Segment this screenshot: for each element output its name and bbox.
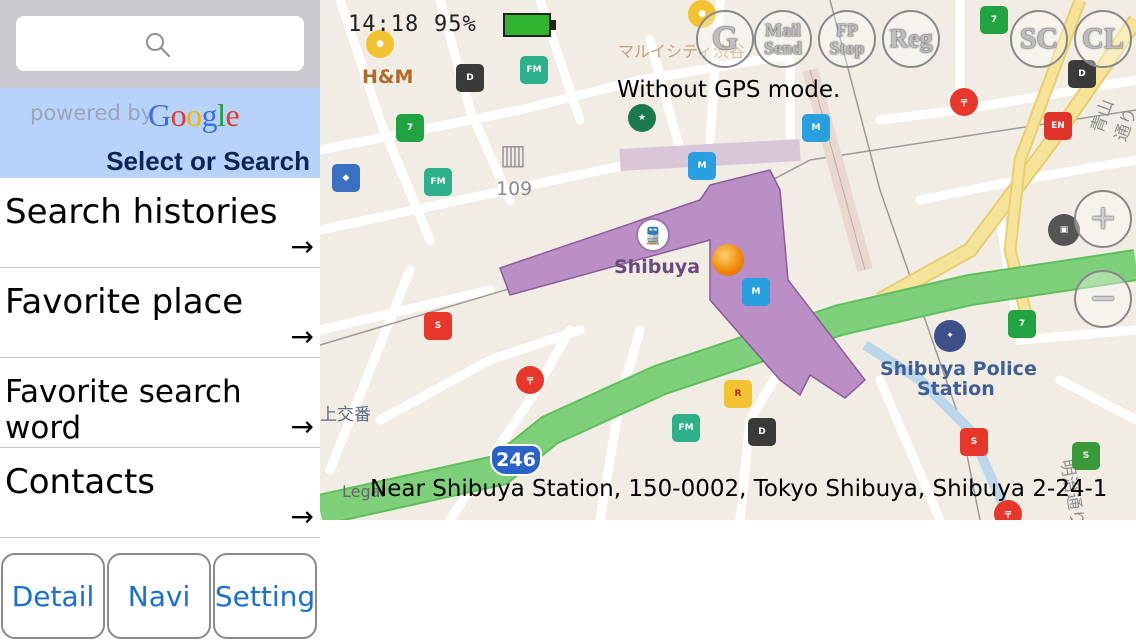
shop-icon[interactable]: ◆ bbox=[332, 164, 360, 192]
google-logo-letter: l bbox=[217, 97, 226, 133]
police-icon[interactable]: ✦ bbox=[934, 320, 966, 352]
menu-item-favorite-place[interactable]: Favorite place → bbox=[0, 268, 320, 358]
route-246-shield: 246 bbox=[490, 444, 542, 476]
menu-item-label: Search histories bbox=[5, 192, 278, 232]
navi-button[interactable]: Navi bbox=[107, 553, 211, 639]
seven-eleven-icon[interactable]: 7 bbox=[980, 6, 1008, 34]
menu-item-search-histories[interactable]: Search histories → bbox=[0, 178, 320, 268]
control-label: G bbox=[711, 20, 739, 57]
setting-button[interactable]: Setting bbox=[213, 553, 317, 639]
current-location-marker bbox=[712, 244, 744, 276]
post-office-icon[interactable]: 〒 bbox=[950, 88, 978, 116]
arrow-right-icon: → bbox=[290, 410, 314, 443]
powered-by-text: powered by bbox=[30, 101, 154, 125]
zoom-out-button[interactable]: − bbox=[1074, 270, 1132, 328]
arrow-right-icon: → bbox=[290, 320, 314, 353]
map-label-police: Shibuya Police bbox=[880, 358, 1037, 380]
seven-eleven-icon[interactable]: 7 bbox=[1008, 310, 1036, 338]
post-office-icon[interactable]: 〒 bbox=[516, 366, 544, 394]
sunkus-icon[interactable]: S bbox=[424, 312, 452, 340]
mail-send-button[interactable]: Mail Send bbox=[754, 10, 812, 68]
search-input[interactable] bbox=[16, 16, 304, 71]
google-logo-letter: g bbox=[201, 97, 218, 133]
reg-button[interactable]: Reg bbox=[882, 10, 940, 68]
zoom-in-icon: + bbox=[1090, 194, 1116, 243]
map-label-kamikoban: 上交番 bbox=[320, 405, 371, 425]
search-area bbox=[0, 0, 320, 88]
eneos-icon[interactable]: EN bbox=[1044, 112, 1072, 140]
metro-icon[interactable]: M bbox=[688, 152, 716, 180]
zoom-out-icon: − bbox=[1090, 274, 1116, 323]
menu-item-label: Favorite search word bbox=[5, 374, 242, 446]
control-label: Mail bbox=[765, 20, 801, 40]
metro-icon[interactable]: M bbox=[742, 278, 770, 306]
map-label-hm: H&M bbox=[362, 66, 414, 88]
train-station-icon[interactable]: 🚆 bbox=[636, 218, 670, 252]
google-logo-letter: e bbox=[225, 97, 240, 133]
arrow-right-icon: → bbox=[290, 230, 314, 263]
google-logo-letter: o bbox=[186, 97, 202, 133]
map-label-station: Station bbox=[917, 378, 995, 400]
control-label: Send bbox=[763, 38, 803, 58]
app-window: powered by Google Select or Search Searc… bbox=[0, 0, 1136, 640]
google-logo-letter: o bbox=[170, 97, 187, 133]
familymart-icon[interactable]: FM bbox=[520, 56, 548, 84]
map-label-shibuya: Shibuya bbox=[614, 256, 701, 278]
status-time: 14:18 bbox=[348, 12, 420, 37]
sukiya-icon[interactable]: S bbox=[1072, 442, 1100, 470]
battery-icon bbox=[503, 13, 551, 37]
control-label: FP bbox=[836, 20, 858, 40]
google-g-button[interactable]: G bbox=[696, 10, 754, 68]
metro-icon[interactable]: M bbox=[802, 114, 830, 142]
seven-eleven-icon[interactable]: 7 bbox=[396, 114, 424, 142]
doutor-icon[interactable]: D bbox=[748, 418, 776, 446]
select-or-search-label: Select or Search bbox=[106, 146, 310, 176]
zoom-in-button[interactable]: + bbox=[1074, 190, 1132, 248]
sidebar: powered by Google Select or Search Searc… bbox=[0, 0, 320, 640]
status-battery-percent: 95% bbox=[434, 12, 477, 37]
sunkus-icon[interactable]: S bbox=[960, 428, 988, 456]
menu-item-label: Contacts bbox=[5, 462, 155, 502]
menu-item-favorite-search-word[interactable]: Favorite search word → bbox=[0, 358, 320, 448]
menu-item-label: Favorite place bbox=[5, 282, 244, 322]
familymart-icon[interactable]: FM bbox=[424, 168, 452, 196]
doutor-icon[interactable]: D bbox=[456, 64, 484, 92]
control-label: Reg bbox=[889, 24, 933, 53]
detail-button[interactable]: Detail bbox=[1, 553, 105, 639]
map-view[interactable]: H&M マルイシティ渋谷 Shibuya 109 Shibuya Police … bbox=[320, 0, 1136, 520]
control-label: Stop bbox=[829, 38, 865, 58]
google-logo: Google bbox=[148, 97, 240, 134]
familymart-icon[interactable]: FM bbox=[672, 414, 700, 442]
control-label: CL bbox=[1082, 22, 1124, 55]
post-office-icon[interactable]: 〒 bbox=[994, 500, 1022, 520]
map-label-109: 109 bbox=[496, 178, 533, 200]
gps-mode-text: Without GPS mode. bbox=[617, 77, 841, 103]
restaurant-icon[interactable]: R bbox=[724, 380, 752, 408]
cl-button[interactable]: CL bbox=[1074, 10, 1132, 68]
control-label: SC bbox=[1019, 22, 1059, 55]
search-icon bbox=[146, 33, 171, 58]
building-icon: ▥ bbox=[499, 137, 527, 171]
fp-stop-button[interactable]: FP Stop bbox=[818, 10, 876, 68]
arrow-right-icon: → bbox=[290, 500, 314, 533]
menu-item-contacts[interactable]: Contacts → bbox=[0, 448, 320, 538]
bottom-button-bar: Detail Navi Setting bbox=[0, 553, 320, 640]
google-logo-letter: G bbox=[148, 97, 171, 133]
sc-button[interactable]: SC bbox=[1010, 10, 1068, 68]
address-text: Near Shibuya Station, 150-0002, Tokyo Sh… bbox=[370, 476, 1108, 502]
battery-tip bbox=[551, 20, 556, 30]
starbucks-icon[interactable]: ★ bbox=[628, 104, 656, 132]
